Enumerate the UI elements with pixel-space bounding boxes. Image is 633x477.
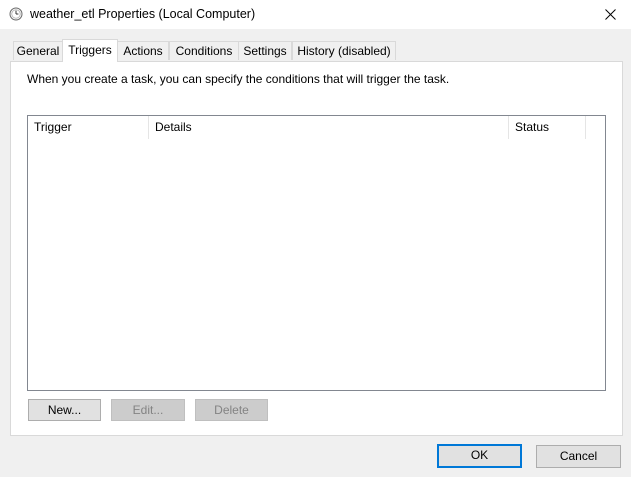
triggers-description: When you create a task, you can specify … (27, 72, 450, 86)
new-trigger-button[interactable]: New... (28, 399, 101, 421)
title-bar: weather_etl Properties (Local Computer) (0, 0, 633, 29)
tab-conditions[interactable]: Conditions (169, 41, 239, 60)
triggers-list[interactable]: Trigger Details Status (27, 115, 606, 391)
tab-settings[interactable]: Settings (238, 41, 292, 60)
close-button[interactable] (587, 0, 633, 29)
window-title: weather_etl Properties (Local Computer) (30, 7, 256, 21)
tab-history[interactable]: History (disabled) (292, 41, 396, 60)
tab-actions[interactable]: Actions (117, 41, 169, 60)
edit-trigger-button[interactable]: Edit... (111, 399, 185, 421)
properties-dialog: weather_etl Properties (Local Computer) … (0, 0, 633, 477)
tab-triggers[interactable]: Triggers (62, 39, 118, 62)
cancel-button[interactable]: Cancel (536, 445, 621, 468)
ok-button[interactable]: OK (437, 444, 522, 468)
tab-general[interactable]: General (13, 41, 63, 60)
triggers-panel: When you create a task, you can specify … (10, 61, 623, 436)
column-header-status[interactable]: Status (509, 116, 586, 139)
close-icon (604, 9, 616, 20)
clock-icon (9, 7, 23, 21)
column-header-details[interactable]: Details (149, 116, 509, 139)
column-header-trigger[interactable]: Trigger (28, 116, 149, 139)
delete-trigger-button[interactable]: Delete (195, 399, 268, 421)
